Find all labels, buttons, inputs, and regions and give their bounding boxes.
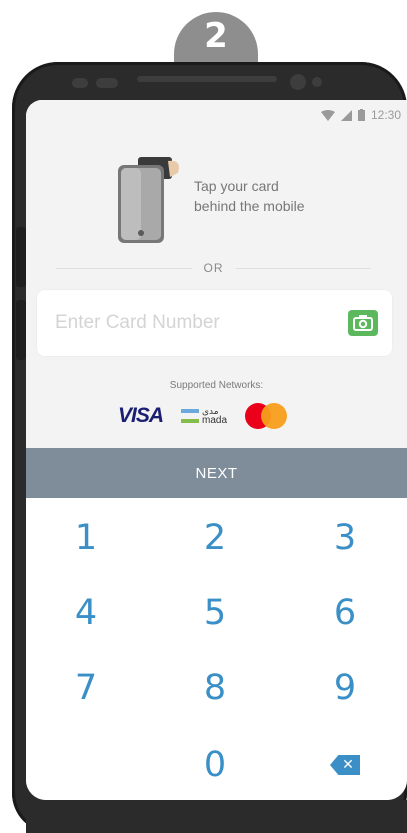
key-7[interactable]: 7 <box>31 653 141 723</box>
camera-icon <box>290 74 306 90</box>
mada-bar <box>181 409 200 413</box>
app-screen: 12:30 Tap your card behind the mobile OR <box>26 100 407 800</box>
signal-icon <box>340 109 352 121</box>
network-logos: VISA مدى mada <box>118 400 318 432</box>
key-4[interactable]: 4 <box>31 578 141 648</box>
divider-line <box>235 267 371 269</box>
camera-icon <box>353 315 373 331</box>
backspace-button[interactable]: ✕ <box>290 730 400 800</box>
phone-bottom-bezel <box>26 800 407 833</box>
key-2[interactable]: 2 <box>160 503 270 573</box>
scan-card-button[interactable] <box>348 310 378 336</box>
mastercard-logo <box>245 403 288 429</box>
sensor-icon <box>72 78 88 88</box>
visa-logo: VISA <box>118 404 164 427</box>
status-bar: 12:30 <box>320 108 401 122</box>
card-number-input[interactable] <box>37 311 337 335</box>
sensor-icon <box>312 77 322 87</box>
key-8[interactable]: 8 <box>160 653 270 723</box>
mada-english: mada <box>202 415 228 426</box>
backspace-icon: ✕ <box>330 755 360 775</box>
tap-line-1: Tap your card <box>194 178 279 194</box>
next-button[interactable]: NEXT <box>26 448 407 498</box>
supported-networks-title: Supported Networks: <box>169 380 264 391</box>
or-label: OR <box>203 261 224 275</box>
mada-logo: مدى mada <box>181 406 227 426</box>
key-6[interactable]: 6 <box>290 578 400 648</box>
tap-instructions: Tap your card behind the mobile <box>194 176 305 216</box>
divider-line <box>56 267 192 269</box>
tap-line-2: behind the mobile <box>194 198 305 214</box>
numeric-keypad: 1 2 3 4 5 6 7 8 9 0 ✕ <box>26 498 407 800</box>
card-number-field <box>37 290 392 356</box>
speaker-grille <box>137 76 277 82</box>
key-9[interactable]: 9 <box>290 653 400 723</box>
wifi-icon <box>320 109 335 121</box>
card-entry-panel: 12:30 Tap your card behind the mobile OR <box>26 100 407 448</box>
key-5[interactable]: 5 <box>160 578 270 648</box>
key-3[interactable]: 3 <box>290 503 400 573</box>
side-button <box>16 300 26 360</box>
tap-card-icon <box>118 157 179 243</box>
key-1[interactable]: 1 <box>31 503 141 573</box>
or-divider: OR <box>56 258 371 278</box>
key-0[interactable]: 0 <box>160 730 270 800</box>
status-time: 12:30 <box>370 108 401 122</box>
sensor-icon <box>96 78 118 88</box>
mada-bar <box>181 419 200 423</box>
battery-icon <box>357 109 365 121</box>
side-button <box>16 227 26 287</box>
